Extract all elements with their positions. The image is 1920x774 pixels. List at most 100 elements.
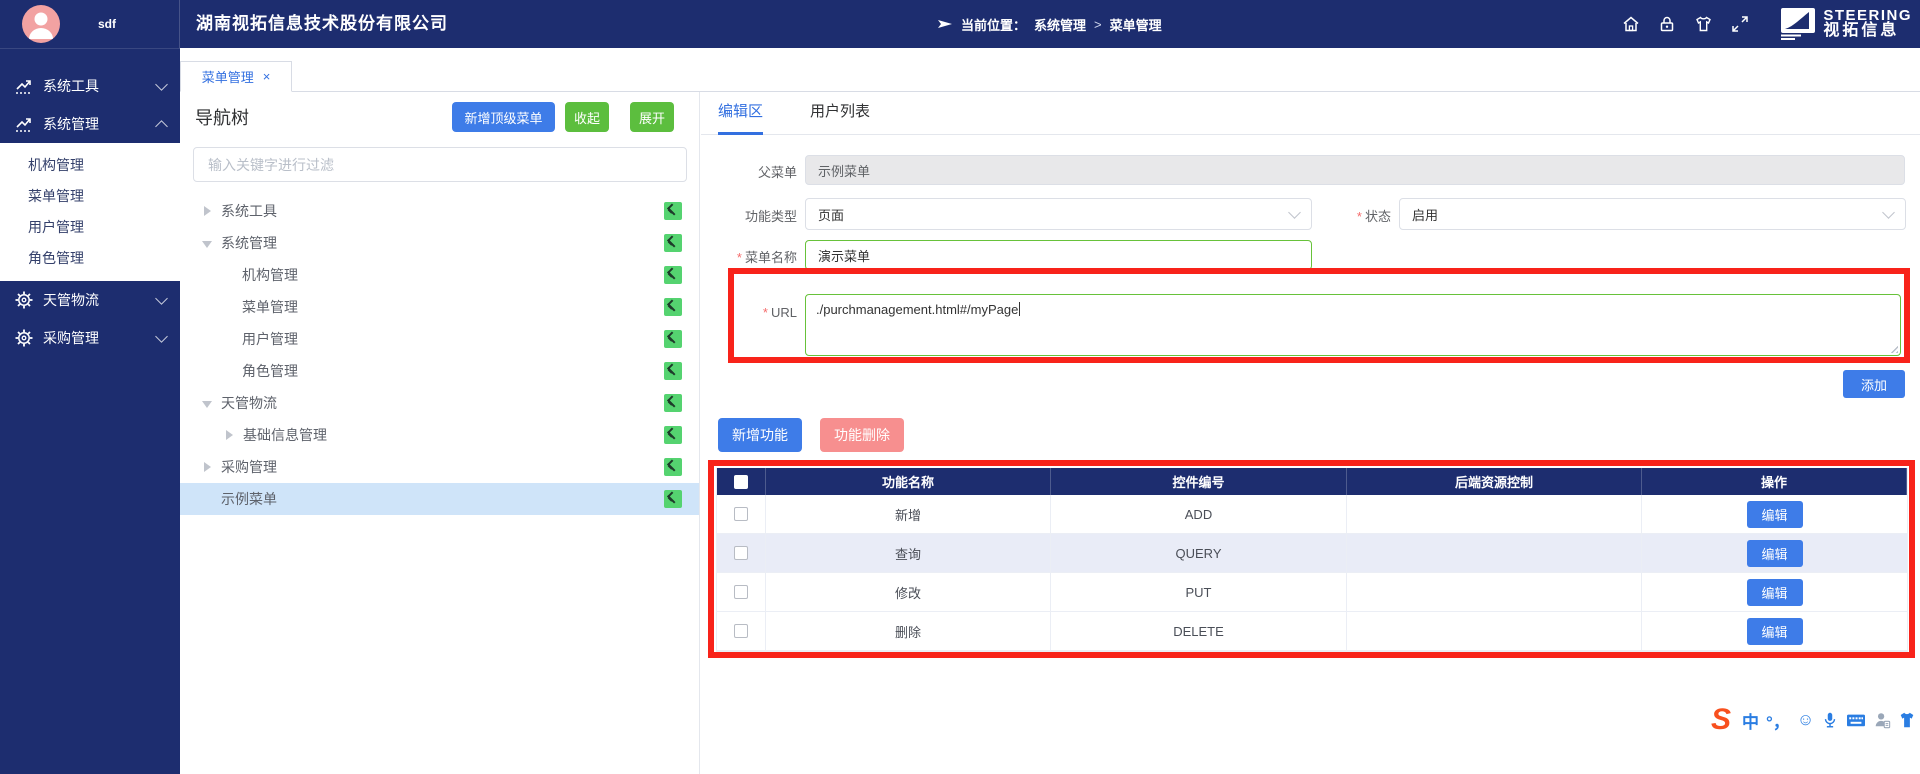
microphone-icon[interactable] (1821, 711, 1839, 729)
gear-icon (14, 290, 34, 310)
tree-node-role-management[interactable]: 角色管理 (180, 355, 699, 387)
edit-button[interactable]: 编辑 (1747, 579, 1803, 606)
person-icon (22, 5, 60, 43)
status-value: 启用 (1412, 205, 1438, 224)
select-all-checkbox[interactable] (734, 475, 748, 489)
profile-icon[interactable] (1873, 711, 1891, 729)
collapse-all-button[interactable]: 收起 (565, 102, 609, 132)
cell-function-name: 删除 (766, 612, 1051, 650)
caret-expanded-icon[interactable] (202, 241, 212, 248)
caret-collapsed-icon[interactable] (226, 430, 233, 440)
tree-node-system-tools[interactable]: 系统工具 (180, 195, 699, 227)
status-select[interactable]: 启用 (1399, 198, 1906, 230)
function-type-label: 功能类型 (701, 206, 797, 225)
sogou-logo-icon[interactable]: S (1711, 705, 1731, 735)
punctuation-icon[interactable]: °， (1766, 708, 1790, 733)
steering-logo-icon (1781, 8, 1815, 40)
tab-menu-management[interactable]: 菜单管理 × (180, 61, 292, 92)
add-button[interactable]: 添加 (1843, 370, 1905, 398)
green-check-icon[interactable] (664, 394, 682, 412)
tree-node-example-menu[interactable]: 示例菜单 (180, 483, 699, 515)
nav-tree: 系统工具 系统管理 机构管理 菜单管理 用户管理 角色管理 (180, 195, 699, 515)
col-header-function-name: 功能名称 (766, 468, 1051, 495)
col-header-control-code: 控件编号 (1051, 468, 1347, 495)
green-check-icon[interactable] (664, 362, 682, 380)
tree-node-label: 角色管理 (242, 361, 298, 381)
breadcrumb: 当前位置： 系统管理 > 菜单管理 (938, 0, 1162, 48)
sidebar-item-system-management[interactable]: 系统管理 (0, 105, 180, 143)
url-textarea[interactable]: ./purchmanagement.html#/myPage (805, 294, 1901, 356)
sidebar-subitem-menu[interactable]: 菜单管理 (0, 181, 180, 212)
sidebar-item-system-tools[interactable]: 系统工具 (0, 67, 180, 105)
green-check-icon[interactable] (664, 298, 682, 316)
required-mark: * (737, 250, 742, 265)
sidebar-subitem-user[interactable]: 用户管理 (0, 212, 180, 243)
logo-line2: 视拓信息 (1823, 23, 1912, 40)
table-row: 修改 PUT 编辑 (717, 573, 1907, 612)
sidebar-subitem-role[interactable]: 角色管理 (0, 243, 180, 274)
green-check-icon[interactable] (664, 426, 682, 444)
tree-node-label: 菜单管理 (242, 297, 298, 317)
green-check-icon[interactable] (664, 234, 682, 252)
row-checkbox[interactable] (734, 585, 748, 599)
tree-node-org-management[interactable]: 机构管理 (180, 259, 699, 291)
skin-shirt-icon[interactable] (1898, 711, 1916, 729)
expand-all-button[interactable]: 展开 (630, 102, 674, 132)
tree-node-user-management[interactable]: 用户管理 (180, 323, 699, 355)
row-checkbox[interactable] (734, 507, 748, 521)
theme-shirt-icon[interactable] (1693, 14, 1714, 34)
emoji-icon[interactable]: ☺ (1797, 710, 1814, 730)
green-check-icon[interactable] (664, 330, 682, 348)
lock-icon[interactable] (1657, 14, 1677, 34)
tree-node-basic-info-management[interactable]: 基础信息管理 (180, 419, 699, 451)
green-check-icon[interactable] (664, 458, 682, 476)
add-function-button[interactable]: 新增功能 (718, 418, 802, 452)
green-check-icon[interactable] (664, 266, 682, 284)
edit-button[interactable]: 编辑 (1747, 501, 1803, 528)
tree-node-purchase-management[interactable]: 采购管理 (180, 451, 699, 483)
edit-button[interactable]: 编辑 (1747, 618, 1803, 645)
row-checkbox[interactable] (734, 546, 748, 560)
breadcrumb-item-system[interactable]: 系统管理 (1034, 15, 1086, 34)
caret-expanded-icon[interactable] (202, 401, 212, 408)
sidebar-subitem-org[interactable]: 机构管理 (0, 150, 180, 181)
tab-edit-area[interactable]: 编辑区 (718, 92, 763, 135)
tab-close-icon[interactable]: × (263, 69, 271, 84)
sidebar-item-purchase-management[interactable]: 采购管理 (0, 319, 180, 357)
sidebar-item-tianguan-logistics[interactable]: 天管物流 (0, 281, 180, 319)
breadcrumb-item-menu[interactable]: 菜单管理 (1110, 15, 1162, 34)
status-label: *状态 (1295, 206, 1391, 225)
tree-node-tianguan-logistics[interactable]: 天管物流 (180, 387, 699, 419)
sidebar-item-label: 采购管理 (43, 328, 99, 348)
caret-collapsed-icon[interactable] (204, 206, 211, 216)
username-label: sdf (98, 17, 116, 31)
tree-node-system-management[interactable]: 系统管理 (180, 227, 699, 259)
menu-name-input[interactable] (805, 240, 1312, 270)
table-header-row: 功能名称 控件编号 后端资源控制 操作 (717, 468, 1907, 495)
tree-filter-input[interactable] (193, 147, 687, 182)
avatar[interactable] (22, 5, 60, 43)
breadcrumb-separator: > (1094, 17, 1102, 32)
add-top-menu-button[interactable]: 新增顶级菜单 (452, 102, 555, 132)
breadcrumb-prefix: 当前位置： (961, 15, 1026, 34)
tree-node-label: 基础信息管理 (243, 425, 327, 445)
tab-user-list[interactable]: 用户列表 (810, 92, 870, 135)
user-block[interactable]: sdf (0, 0, 180, 49)
row-checkbox[interactable] (734, 624, 748, 638)
editor-tabs: 编辑区 用户列表 (701, 92, 1920, 135)
logo-text: STEERING 视拓信息 (1823, 8, 1912, 41)
caret-collapsed-icon[interactable] (204, 462, 211, 472)
table-row: 查询 QUERY 编辑 (717, 534, 1907, 573)
chinese-mode-icon[interactable]: 中 (1742, 708, 1759, 733)
green-check-icon[interactable] (664, 202, 682, 220)
edit-button[interactable]: 编辑 (1747, 540, 1803, 567)
delete-function-button[interactable]: 功能删除 (820, 418, 904, 452)
tree-node-label: 机构管理 (242, 265, 298, 285)
tree-node-menu-management[interactable]: 菜单管理 (180, 291, 699, 323)
keyboard-icon[interactable] (1846, 711, 1866, 729)
home-icon[interactable] (1621, 14, 1641, 34)
cell-control-code: PUT (1051, 573, 1347, 611)
function-type-select[interactable]: 页面 (805, 198, 1312, 230)
fullscreen-icon[interactable] (1730, 14, 1750, 34)
green-check-icon[interactable] (664, 490, 682, 508)
